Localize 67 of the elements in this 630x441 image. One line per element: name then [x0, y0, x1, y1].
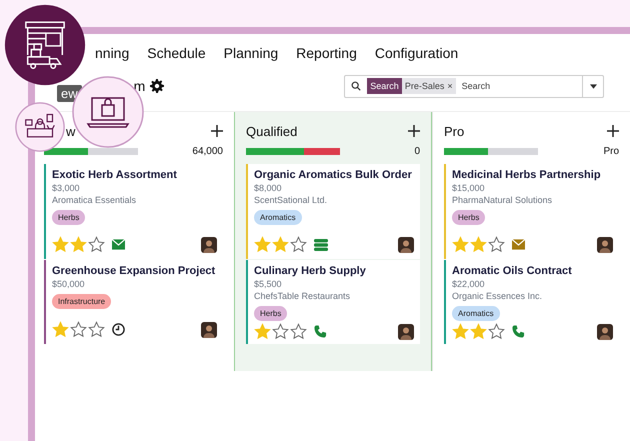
company-name: PharmaNatural Solutions [452, 195, 552, 205]
star-icon[interactable] [272, 323, 289, 340]
nav-menu-item[interactable]: Configuration [374, 45, 458, 69]
clock-icon[interactable] [112, 323, 125, 336]
deal-name: Culinary Herb Supply [254, 265, 366, 277]
column-title: Qualified [246, 124, 298, 138]
star-icon[interactable] [290, 236, 307, 253]
deal-name: Exotic Herb Assortment [52, 169, 177, 181]
tag: Aromatics [452, 306, 500, 321]
company-name: Organic Essences Inc. [452, 291, 542, 301]
tag: Herbs [452, 210, 486, 225]
column-title: w [65, 124, 76, 138]
column-total: 64,000 [192, 146, 223, 156]
add-icon[interactable] [408, 125, 420, 137]
avatar-icon[interactable] [398, 324, 414, 340]
column-total: Pro [603, 146, 619, 156]
deal-amount: $22,000 [452, 279, 485, 289]
tag: Herbs [52, 210, 86, 225]
phone-icon[interactable] [314, 325, 327, 338]
company-name: Aromatica Essentials [52, 195, 136, 205]
avatar-icon[interactable] [597, 324, 613, 340]
avatar-icon[interactable] [398, 236, 414, 252]
star-icon[interactable] [70, 321, 87, 338]
envelope-icon[interactable] [512, 239, 525, 250]
tag: Herbs [254, 306, 288, 321]
deal-amount: $50,000 [52, 279, 85, 289]
deal-card[interactable]: Culinary Herb Supply $5,500 ChefsTable Restaurants Herbs [246, 260, 420, 344]
phone-icon[interactable] [512, 325, 525, 338]
star-icon[interactable] [88, 236, 105, 253]
deal-name: Greenhouse Expansion Project [52, 265, 216, 277]
avatar-icon[interactable] [201, 322, 217, 338]
reception-desk-icon [15, 102, 65, 152]
add-icon[interactable] [607, 125, 619, 137]
star-icon[interactable] [88, 321, 105, 338]
deal-name: Aromatic Oils Contract [452, 265, 572, 277]
star-icon[interactable] [290, 323, 307, 340]
tag: Infrastructure [52, 294, 112, 309]
deal-amount: $3,000 [52, 183, 80, 193]
company-name: ScentSational Ltd. [254, 195, 328, 205]
search-field[interactable]: Search Pre-Sales × Search [344, 74, 604, 98]
envelope-icon[interactable] [112, 239, 125, 250]
star-icon[interactable] [488, 236, 505, 253]
facet-label: Search [367, 78, 402, 94]
deal-name: Organic Aromatics Bulk Order [254, 169, 412, 181]
remove-facet-button[interactable]: × [446, 78, 456, 94]
nav-menu-item[interactable]: nning [95, 45, 130, 69]
deal-card[interactable]: Organic Aromatics Bulk Order $8,000 ScentSational Ltd. Aromatics [246, 164, 420, 259]
column-total: 0 [414, 146, 420, 156]
stack-icon[interactable] [314, 238, 328, 250]
tag: Aromatics [254, 210, 302, 225]
settings-icon[interactable] [150, 79, 164, 93]
facet-value: Pre-Sales [402, 78, 446, 94]
nav-menu-item[interactable]: Reporting [296, 45, 357, 69]
company-name: ChefsTable Restaurants [254, 291, 350, 301]
deal-amount: $8,000 [254, 183, 282, 193]
column-title: Pro [444, 124, 464, 138]
caret-icon [590, 84, 597, 88]
add-icon[interactable] [211, 125, 223, 137]
avatar-icon[interactable] [597, 236, 613, 252]
star-icon[interactable] [488, 323, 505, 340]
nav-menu-item[interactable]: Planning [224, 45, 278, 69]
nav-menu-item[interactable]: Schedule [147, 45, 206, 69]
deal-amount: $15,000 [452, 183, 485, 193]
deal-name: Medicinal Herbs Partnership [452, 169, 601, 181]
search-icon [351, 81, 362, 91]
avatar-icon[interactable] [201, 236, 217, 252]
deal-amount: $5,500 [254, 279, 282, 289]
